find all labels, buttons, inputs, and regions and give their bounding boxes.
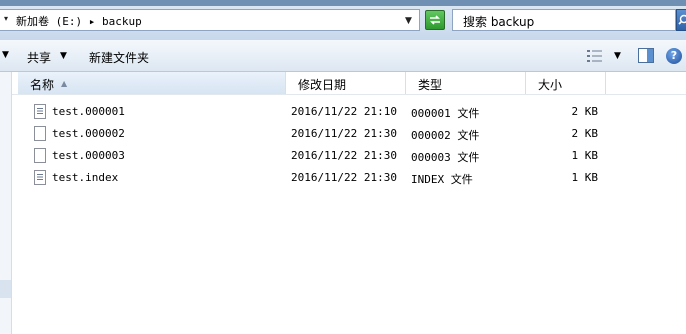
chevron-down-icon[interactable]: ▾: [4, 14, 8, 23]
file-row[interactable]: test.index 2016/11/22 21:30 INDEX 文件 1 K…: [18, 167, 686, 189]
file-type: INDEX 文件: [411, 173, 473, 186]
blank-file-icon: [34, 126, 46, 141]
file-date: 2016/11/22 21:30: [291, 171, 397, 184]
file-name[interactable]: test.000003: [52, 149, 125, 162]
search-input[interactable]: 搜索 backup: [452, 9, 676, 31]
navigation-pane[interactable]: [0, 72, 12, 334]
column-header-name[interactable]: 名称 ▲: [18, 72, 286, 94]
share-dropdown-icon[interactable]: ▼: [60, 51, 67, 61]
column-header-type[interactable]: 类型: [406, 72, 526, 94]
address-dropdown-icon[interactable]: ▼: [405, 16, 412, 26]
file-date: 2016/11/22 21:10: [291, 105, 397, 118]
navigation-bar: ▾ 新加卷 (E:) ▸ backup ▼ 搜索 backup: [0, 6, 686, 40]
file-row[interactable]: test.000001 2016/11/22 21:10 000001 文件 2…: [18, 101, 686, 123]
file-type: 000002 文件: [411, 129, 480, 142]
file-size: 1 KB: [571, 149, 599, 162]
document-icon: [34, 170, 46, 185]
organize-dropdown-icon[interactable]: ▼: [2, 50, 9, 60]
file-size: 2 KB: [571, 105, 599, 118]
file-size: 1 KB: [571, 171, 599, 184]
document-icon: [34, 104, 46, 119]
blank-file-icon: [34, 148, 46, 163]
column-label-type: 类型: [418, 78, 443, 92]
column-label-name: 名称: [30, 78, 55, 92]
header-divider: [12, 94, 686, 95]
search-icon[interactable]: [676, 9, 686, 31]
views-dropdown-icon[interactable]: ▼: [614, 51, 621, 61]
address-bar[interactable]: ▾ 新加卷 (E:) ▸ backup ▼: [0, 9, 420, 31]
file-row[interactable]: test.000002 2016/11/22 21:30 000002 文件 2…: [18, 123, 686, 145]
preview-pane-icon[interactable]: [638, 48, 654, 63]
file-type: 000003 文件: [411, 151, 480, 164]
new-folder-button[interactable]: 新建文件夹: [89, 49, 149, 66]
file-row[interactable]: test.000003 2016/11/22 21:30 000003 文件 1…: [18, 145, 686, 167]
column-header-size[interactable]: 大小: [526, 72, 606, 94]
file-date: 2016/11/22 21:30: [291, 127, 397, 140]
file-name[interactable]: test.index: [52, 171, 118, 184]
file-type: 000001 文件: [411, 107, 480, 120]
file-size: 2 KB: [571, 127, 599, 140]
command-bar: ▼ 共享 ▼ 新建文件夹 ▼ ?: [0, 40, 686, 72]
column-label-date: 修改日期: [298, 78, 347, 92]
views-icon[interactable]: [587, 49, 603, 63]
help-icon[interactable]: ?: [666, 48, 682, 64]
sort-ascending-icon: ▲: [61, 79, 68, 88]
search-placeholder: 搜索 backup: [463, 15, 535, 29]
column-header-date[interactable]: 修改日期: [286, 72, 406, 94]
column-label-size: 大小: [538, 78, 563, 92]
address-path[interactable]: 新加卷 (E:) ▸ backup: [16, 13, 142, 29]
share-button[interactable]: 共享: [27, 49, 51, 66]
file-name[interactable]: test.000001: [52, 105, 125, 118]
file-name[interactable]: test.000002: [52, 127, 125, 140]
refresh-icon[interactable]: [425, 10, 445, 30]
navigation-pane-selected-item[interactable]: [0, 280, 11, 298]
file-date: 2016/11/22 21:30: [291, 149, 397, 162]
